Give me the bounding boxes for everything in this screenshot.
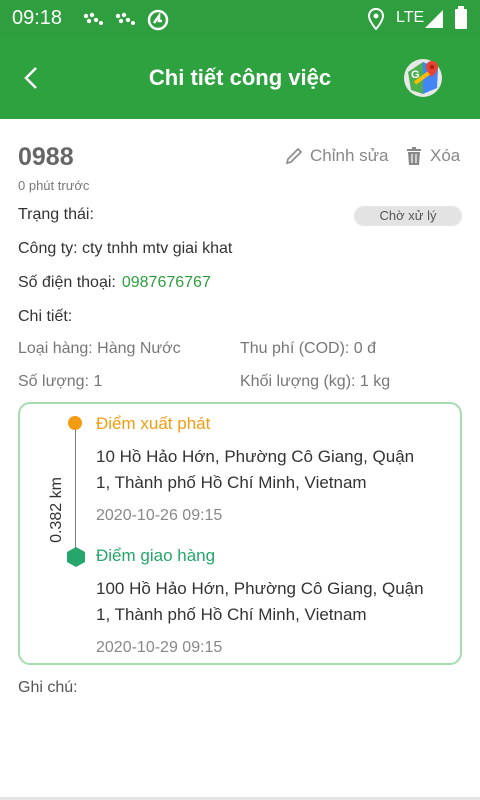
- start-point-label: Điểm xuất phát: [96, 414, 211, 433]
- battery-icon: [455, 6, 467, 29]
- location-icon: [367, 8, 385, 30]
- phone-label: Số điện thoại:: [18, 274, 116, 291]
- google-maps-icon: G: [404, 59, 442, 97]
- trash-icon: [407, 147, 421, 165]
- status-label: Trạng thái:: [18, 206, 94, 223]
- route-distance-text: 0.382 km: [48, 477, 65, 543]
- delete-button[interactable]: Xóa: [404, 146, 460, 166]
- pencil-icon: [285, 147, 303, 165]
- detail-label: Chi tiết:: [18, 308, 73, 325]
- end-address: 100 Hồ Hảo Hớn, Phường Cô Giang, Quận 1,…: [96, 576, 446, 628]
- end-time: 2020-10-29 09:15: [96, 639, 223, 656]
- delete-label: Xóa: [430, 146, 461, 165]
- end-point-icon: [67, 547, 85, 567]
- start-point-icon: [68, 416, 82, 430]
- notification-icon: [115, 12, 135, 25]
- notification-icon: [83, 12, 103, 25]
- note-label: Ghi chú:: [18, 679, 78, 696]
- phone-link[interactable]: 0987676767: [122, 274, 211, 291]
- route-line: [75, 424, 76, 556]
- route-distance: 0.382 km: [42, 474, 72, 554]
- end-point-label: Điểm giao hàng: [96, 546, 216, 565]
- sync-icon: [147, 9, 169, 31]
- start-address-line2: 1, Thành phố Hồ Chí Minh, Vietnam: [96, 473, 367, 492]
- company-text: Công ty: cty tnhh mtv giai khat: [18, 240, 233, 257]
- order-time-ago: 0 phút trước: [18, 178, 90, 193]
- start-address-line1: 10 Hồ Hảo Hớn, Phường Cô Giang, Quận: [96, 447, 415, 466]
- end-address-line2: 1, Thành phố Hồ Chí Minh, Vietnam: [96, 605, 367, 624]
- quantity: Số lượng: 1: [18, 373, 103, 390]
- network-type: LTE: [396, 9, 425, 26]
- open-maps-button[interactable]: G: [403, 58, 443, 98]
- phone-row: Số điện thoại: 0987676767: [18, 274, 211, 292]
- signal-icon: [425, 10, 443, 28]
- start-time: 2020-10-26 09:15: [96, 507, 223, 524]
- status-badge: Chờ xử lý: [354, 206, 462, 226]
- start-address: 10 Hồ Hảo Hớn, Phường Cô Giang, Quận 1, …: [96, 444, 446, 496]
- status-time: 09:18: [12, 7, 63, 29]
- route-card: 0.382 km Điểm xuất phát 10 Hồ Hảo Hớn, P…: [18, 402, 462, 665]
- job-detail-content: 0988 0 phút trước Chỉnh sửa Xóa Trạng th…: [0, 119, 480, 800]
- end-address-line1: 100 Hồ Hảo Hớn, Phường Cô Giang, Quận: [96, 579, 424, 598]
- weight: Khối lượng (kg): 1 kg: [240, 373, 391, 390]
- edit-label: Chỉnh sửa: [310, 146, 389, 165]
- goods-type: Loại hàng: Hàng Nước: [18, 340, 181, 357]
- cod-fee: Thu phí (COD): 0 đ: [240, 340, 377, 357]
- app-bar: Chi tiết công việc G: [0, 38, 480, 119]
- svg-text:G: G: [411, 69, 420, 81]
- status-bar: 09:18 LTE: [0, 0, 480, 38]
- order-id: 0988: [18, 143, 74, 171]
- edit-button[interactable]: Chỉnh sửa: [284, 146, 388, 166]
